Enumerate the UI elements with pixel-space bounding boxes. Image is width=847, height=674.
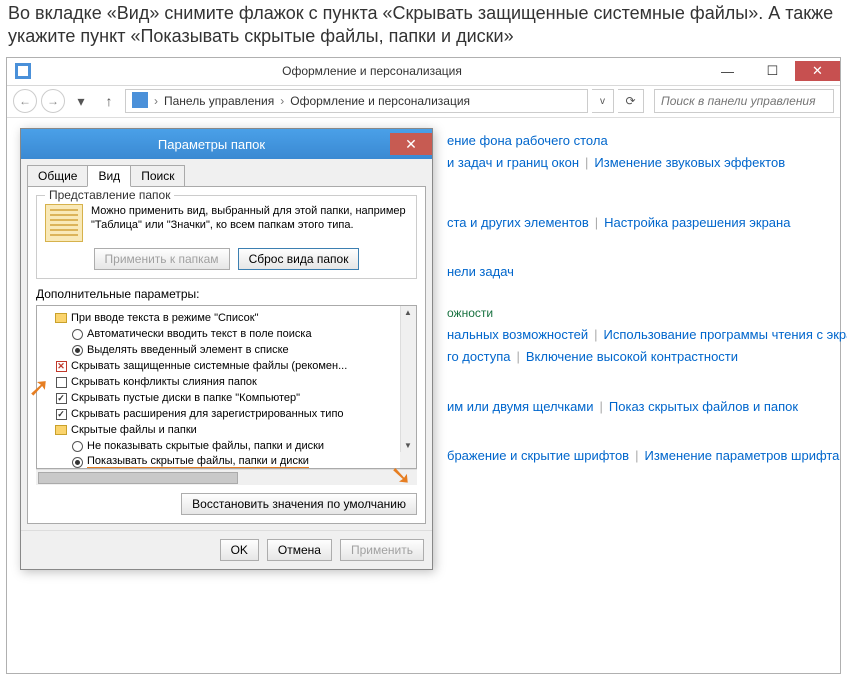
link[interactable]: Настройка разрешения экрана xyxy=(604,215,790,230)
links-column: ение фона рабочего стола и задач и грани… xyxy=(447,131,830,466)
apply-button[interactable]: Применить xyxy=(340,539,424,561)
dialog-button-row: OK Отмена Применить xyxy=(21,530,432,569)
cancel-button[interactable]: Отмена xyxy=(267,539,332,561)
tab-view[interactable]: Вид xyxy=(87,165,131,187)
checkbox-icon[interactable] xyxy=(55,408,67,420)
window-controls: — ☐ ✕ xyxy=(705,61,840,81)
annotation-arrow-icon: ➘ xyxy=(390,460,412,491)
tree-item[interactable]: Скрывать пустые диски в папке "Компьютер… xyxy=(71,392,300,404)
checkbox-icon[interactable] xyxy=(55,376,67,388)
close-button[interactable]: ✕ xyxy=(795,61,840,81)
window-title: Оформление и персонализация xyxy=(39,64,705,78)
radio-icon[interactable] xyxy=(71,344,83,356)
radio-icon[interactable] xyxy=(71,440,83,452)
link[interactable]: Показ скрытых файлов и папок xyxy=(609,399,798,414)
breadcrumb-sep: › xyxy=(280,94,284,108)
navigation-row: ← → ▾ ↑ › Панель управления › Оформление… xyxy=(7,86,840,118)
link[interactable]: ста и других элементов xyxy=(447,215,589,230)
folder-icon xyxy=(55,312,67,324)
tree-item[interactable]: Выделять введенный элемент в списке xyxy=(87,344,289,356)
tree-item[interactable]: При вводе текста в режиме "Список" xyxy=(71,312,258,324)
folder-icon xyxy=(55,424,67,436)
radio-icon[interactable] xyxy=(71,456,83,468)
advanced-settings-tree[interactable]: При вводе текста в режиме "Список" Автом… xyxy=(36,305,417,469)
tab-panel-view: Представление папок Можно применить вид,… xyxy=(27,186,426,524)
restore-defaults-button[interactable]: Восстановить значения по умолчанию xyxy=(181,493,417,515)
link[interactable]: Использование программы чтения с экрана xyxy=(604,327,847,342)
search-input[interactable] xyxy=(661,90,827,112)
link[interactable]: Включение высокой контрастности xyxy=(526,349,738,364)
breadcrumb-dropdown[interactable]: v xyxy=(592,89,614,113)
tree-item-show-hidden[interactable]: Показывать скрытые файлы, папки и диски xyxy=(87,455,309,469)
ok-button[interactable]: OK xyxy=(220,539,259,561)
tree-item[interactable]: Скрывать расширения для зарегистрированн… xyxy=(71,408,344,420)
tab-general[interactable]: Общие xyxy=(27,165,88,187)
category-heading: ожности xyxy=(447,304,830,322)
group-legend: Представление папок xyxy=(45,188,174,202)
link[interactable]: Изменение звуковых эффектов xyxy=(594,155,785,170)
link[interactable]: бражение и скрытие шрифтов xyxy=(447,448,629,463)
breadcrumb-icon xyxy=(132,92,148,111)
checkbox-icon[interactable] xyxy=(55,392,67,404)
back-button[interactable]: ← xyxy=(13,89,37,113)
folder-options-dialog: Параметры папок ✕ Общие Вид Поиск Предст… xyxy=(20,128,433,570)
link[interactable]: го доступа xyxy=(447,349,510,364)
folder-view-text: Можно применить вид, выбранный для этой … xyxy=(91,204,408,242)
breadcrumb-sep: › xyxy=(154,94,158,108)
refresh-button[interactable]: ⟳ xyxy=(618,89,644,113)
titlebar: Оформление и персонализация — ☐ ✕ xyxy=(7,58,840,86)
instruction-text: Во вкладке «Вид» снимите флажок с пункта… xyxy=(0,0,847,57)
radio-icon[interactable] xyxy=(71,328,83,340)
link[interactable]: ение фона рабочего стола xyxy=(447,133,608,148)
up-button[interactable]: ↑ xyxy=(97,89,121,113)
tab-strip: Общие Вид Поиск xyxy=(27,165,426,187)
reset-folder-view-button[interactable]: Сброс вида папок xyxy=(238,248,360,270)
link[interactable]: нальных возможностей xyxy=(447,327,588,342)
folder-view-group: Представление папок Можно применить вид,… xyxy=(36,195,417,279)
tree-item[interactable]: Скрытые файлы и папки xyxy=(71,424,197,436)
link[interactable]: нели задач xyxy=(447,264,514,279)
crumb-1[interactable]: Панель управления xyxy=(164,94,274,108)
maximize-button[interactable]: ☐ xyxy=(750,61,795,81)
vertical-scrollbar[interactable] xyxy=(400,306,416,452)
folder-preview-icon xyxy=(45,204,83,242)
forward-button[interactable]: → xyxy=(41,89,65,113)
minimize-button[interactable]: — xyxy=(705,61,750,81)
dialog-title: Параметры папок xyxy=(33,137,390,152)
link[interactable]: им или двумя щелчками xyxy=(447,399,594,414)
crumb-2[interactable]: Оформление и персонализация xyxy=(290,94,470,108)
tree-item[interactable]: Автоматически вводить текст в поле поиск… xyxy=(87,328,312,340)
app-icon xyxy=(15,63,31,79)
apply-to-folders-button[interactable]: Применить к папкам xyxy=(94,248,230,270)
search-box[interactable] xyxy=(654,89,834,113)
tab-search[interactable]: Поиск xyxy=(130,165,185,187)
checkbox-icon[interactable] xyxy=(55,360,67,372)
scroll-thumb[interactable] xyxy=(38,472,238,484)
horizontal-scrollbar[interactable] xyxy=(36,469,417,485)
link[interactable]: и задач и границ окон xyxy=(447,155,579,170)
annotation-arrow-icon: ➚ xyxy=(28,372,50,403)
breadcrumb[interactable]: › Панель управления › Оформление и персо… xyxy=(125,89,588,113)
tree-item[interactable]: Скрывать конфликты слияния папок xyxy=(71,376,257,388)
dialog-close-button[interactable]: ✕ xyxy=(390,133,432,155)
tree-item-hide-protected[interactable]: Скрывать защищенные системные файлы (рек… xyxy=(71,360,347,372)
advanced-settings-label: Дополнительные параметры: xyxy=(36,287,417,301)
dialog-titlebar: Параметры папок ✕ xyxy=(21,129,432,159)
link[interactable]: Изменение параметров шрифта xyxy=(644,448,839,463)
history-dropdown[interactable]: ▾ xyxy=(69,89,93,113)
tree-item[interactable]: Не показывать скрытые файлы, папки и дис… xyxy=(87,440,324,452)
